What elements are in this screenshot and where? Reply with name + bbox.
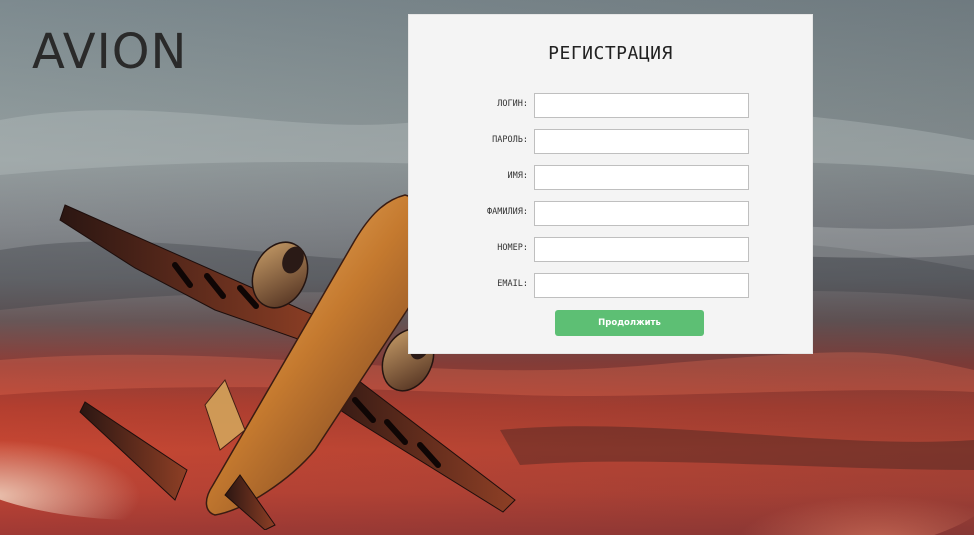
- first-name-row: ИМЯ:: [409, 165, 812, 191]
- password-input[interactable]: [534, 129, 749, 154]
- email-input[interactable]: [534, 273, 749, 298]
- first-name-label: ИМЯ:: [507, 171, 528, 181]
- last-name-input[interactable]: [534, 201, 749, 226]
- login-label: ЛОГИН:: [497, 99, 528, 109]
- email-row: EMAIL:: [409, 273, 812, 299]
- password-row: ПАРОЛЬ:: [409, 129, 812, 155]
- email-label: EMAIL:: [497, 279, 528, 289]
- last-name-label: ФАМИЛИЯ:: [487, 207, 528, 217]
- phone-label: НОМЕР:: [497, 243, 528, 253]
- registration-title: РЕГИСТРАЦИЯ: [548, 43, 673, 64]
- phone-row: НОМЕР:: [409, 237, 812, 263]
- first-name-input[interactable]: [534, 165, 749, 190]
- login-row: ЛОГИН:: [409, 93, 812, 119]
- last-name-row: ФАМИЛИЯ:: [409, 201, 812, 227]
- login-input[interactable]: [534, 93, 749, 118]
- logo: AVION: [32, 24, 188, 80]
- registration-card: РЕГИСТРАЦИЯ ЛОГИН: ПАРОЛЬ: ИМЯ: ФАМИЛИЯ:…: [408, 14, 813, 354]
- continue-button[interactable]: Продолжить: [555, 310, 704, 336]
- password-label: ПАРОЛЬ:: [492, 135, 528, 145]
- phone-input[interactable]: [534, 237, 749, 262]
